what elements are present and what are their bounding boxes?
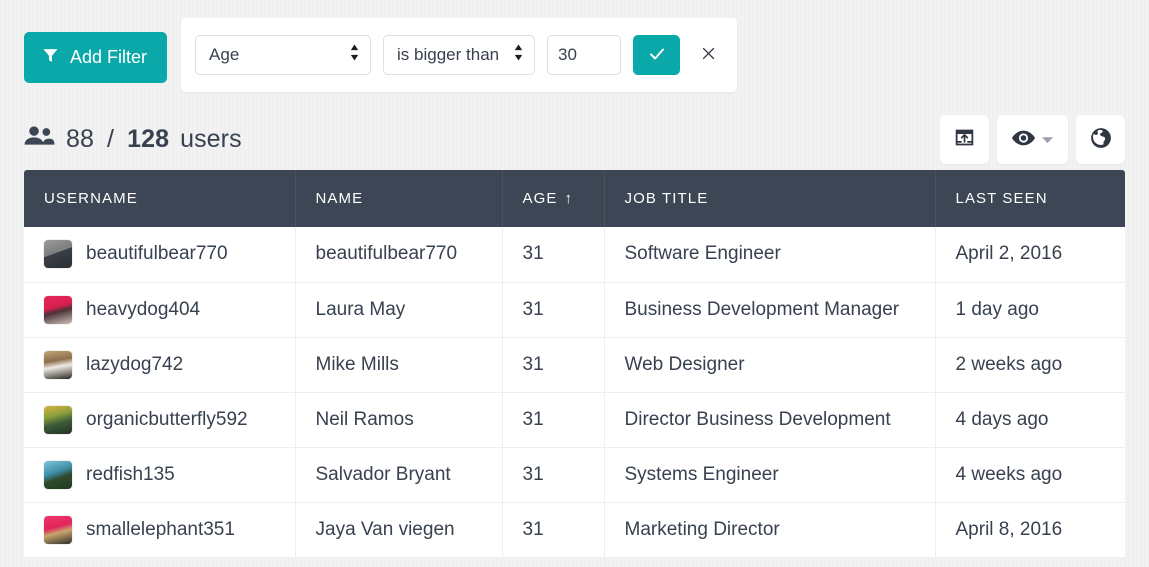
cell-name: Salvador Bryant bbox=[295, 447, 503, 503]
funnel-icon bbox=[42, 47, 59, 69]
cell-last-seen: 4 weeks ago bbox=[935, 447, 1125, 503]
export-box-icon bbox=[954, 127, 975, 151]
cell-last-seen: 4 days ago bbox=[935, 392, 1125, 448]
cell-age: 31 bbox=[502, 227, 605, 283]
total-count: 128 bbox=[127, 124, 170, 153]
cell-job-title: Web Designer bbox=[604, 337, 936, 393]
avatar bbox=[44, 405, 72, 434]
avatar bbox=[44, 240, 72, 269]
users-unit-label: users bbox=[180, 124, 242, 153]
avatar bbox=[44, 350, 72, 379]
column-header-name[interactable]: NAME bbox=[295, 170, 503, 227]
cell-job-title: Director Business Development bbox=[604, 392, 936, 448]
username-text: redfish135 bbox=[86, 463, 175, 485]
user-count: 88 / 128 users bbox=[24, 124, 242, 155]
cell-last-seen: April 8, 2016 bbox=[955, 518, 1063, 540]
cell-job-title: Business Development Manager bbox=[604, 282, 936, 338]
cell-username: lazydog742 bbox=[24, 337, 296, 393]
cell-name: Neil Ramos bbox=[295, 392, 503, 448]
table-row[interactable]: smallelephant351 Jaya Van viegen 31 Mark… bbox=[24, 502, 1125, 557]
column-label: LAST SEEN bbox=[955, 190, 1048, 207]
cell-username: smallelephant351 bbox=[24, 502, 296, 557]
filtered-count: 88 bbox=[66, 124, 95, 153]
users-table-container: USERNAME NAME AGE ↑ JOB TITLE LAST SEEN bbox=[24, 170, 1125, 557]
username-text: smallelephant351 bbox=[86, 518, 235, 540]
visibility-button[interactable] bbox=[997, 114, 1068, 164]
filter-operator-select[interactable]: is bigger than bbox=[383, 35, 536, 75]
cell-age: 31 bbox=[502, 337, 605, 393]
remove-filter-button[interactable] bbox=[694, 41, 723, 69]
table-row[interactable]: heavydog404 Laura May 31 Business Develo… bbox=[24, 282, 1125, 338]
cell-username: redfish135 bbox=[24, 447, 296, 503]
username-text: organicbutterfly592 bbox=[86, 408, 248, 430]
avatar bbox=[44, 460, 72, 489]
table-row[interactable]: redfish135 Salvador Bryant 31 Systems En… bbox=[24, 447, 1125, 503]
globe-icon bbox=[1090, 127, 1112, 152]
filter-field-value[interactable]: Age bbox=[195, 35, 372, 75]
column-header-job-title[interactable]: JOB TITLE bbox=[604, 170, 936, 227]
table-row[interactable]: organicbutterfly592 Neil Ramos 31 Direct… bbox=[24, 392, 1125, 448]
chevron-down-icon bbox=[1042, 132, 1053, 147]
column-label: AGE bbox=[522, 190, 558, 207]
cell-name: beautifulbear770 bbox=[295, 227, 503, 283]
cell-age: 31 bbox=[502, 447, 605, 503]
filter-operator-value[interactable]: is bigger than bbox=[383, 35, 536, 75]
cell-age: 31 bbox=[502, 282, 605, 338]
sort-indicator: ↑ bbox=[564, 190, 574, 207]
column-label: NAME bbox=[315, 190, 364, 207]
cell-job-title: Software Engineer bbox=[604, 227, 936, 283]
cell-username: organicbutterfly592 bbox=[24, 392, 296, 448]
cell-job-title: Systems Engineer bbox=[604, 447, 936, 503]
cell-last-seen: 1 day ago bbox=[935, 282, 1125, 338]
table-header-row: USERNAME NAME AGE ↑ JOB TITLE LAST SEEN bbox=[24, 170, 1125, 227]
avatar bbox=[44, 515, 72, 544]
cell-last-seen: 2 weeks ago bbox=[935, 337, 1125, 393]
column-header-username[interactable]: USERNAME bbox=[24, 170, 296, 227]
table-toolbar bbox=[940, 114, 1125, 164]
apply-filter-button[interactable] bbox=[633, 35, 681, 75]
table-body: beautifulbear770 beautifulbear770 31 Sof… bbox=[24, 227, 1125, 557]
avatar bbox=[44, 295, 72, 324]
close-icon bbox=[700, 45, 717, 65]
column-header-last-seen[interactable]: LAST SEEN bbox=[935, 170, 1125, 227]
cell-name: Mike Mills bbox=[295, 337, 503, 393]
filter-bar: Add Filter Age is bigger than bbox=[0, 0, 1149, 108]
cell-age: 31 bbox=[502, 502, 605, 557]
cell-name: Laura May bbox=[295, 282, 503, 338]
summary-row: 88 / 128 users bbox=[0, 108, 1149, 170]
cell-name: Jaya Van viegen bbox=[295, 502, 503, 557]
people-icon bbox=[24, 124, 55, 155]
users-table: USERNAME NAME AGE ↑ JOB TITLE LAST SEEN bbox=[24, 170, 1125, 557]
column-label: JOB TITLE bbox=[624, 190, 709, 207]
eye-icon bbox=[1012, 129, 1035, 150]
check-icon bbox=[648, 45, 666, 66]
active-filter-panel: Age is bigger than bbox=[181, 18, 738, 92]
table-row[interactable]: lazydog742 Mike Mills 31 Web Designer 2 … bbox=[24, 337, 1125, 393]
add-filter-button[interactable]: Add Filter bbox=[24, 32, 168, 83]
username-text: heavydog404 bbox=[86, 298, 201, 320]
cell-username: heavydog404 bbox=[24, 282, 296, 338]
table-head: USERNAME NAME AGE ↑ JOB TITLE LAST SEEN bbox=[24, 170, 1125, 227]
column-label: USERNAME bbox=[44, 190, 138, 207]
filter-value-input[interactable] bbox=[547, 35, 622, 75]
cell-age: 31 bbox=[502, 392, 605, 448]
count-separator: / bbox=[107, 124, 115, 153]
cell-job-title: Marketing Director bbox=[604, 502, 936, 557]
cell-username: beautifulbear770 bbox=[24, 227, 296, 283]
table-row[interactable]: beautifulbear770 beautifulbear770 31 Sof… bbox=[24, 227, 1125, 283]
column-header-age[interactable]: AGE ↑ bbox=[502, 170, 605, 227]
username-text: beautifulbear770 bbox=[86, 243, 228, 265]
username-text: lazydog742 bbox=[86, 353, 184, 375]
cell-last-seen: April 2, 2016 bbox=[935, 227, 1125, 283]
export-button[interactable] bbox=[940, 114, 989, 164]
filter-field-select[interactable]: Age bbox=[195, 35, 372, 75]
locale-button[interactable] bbox=[1076, 114, 1125, 164]
add-filter-label: Add Filter bbox=[70, 47, 148, 67]
